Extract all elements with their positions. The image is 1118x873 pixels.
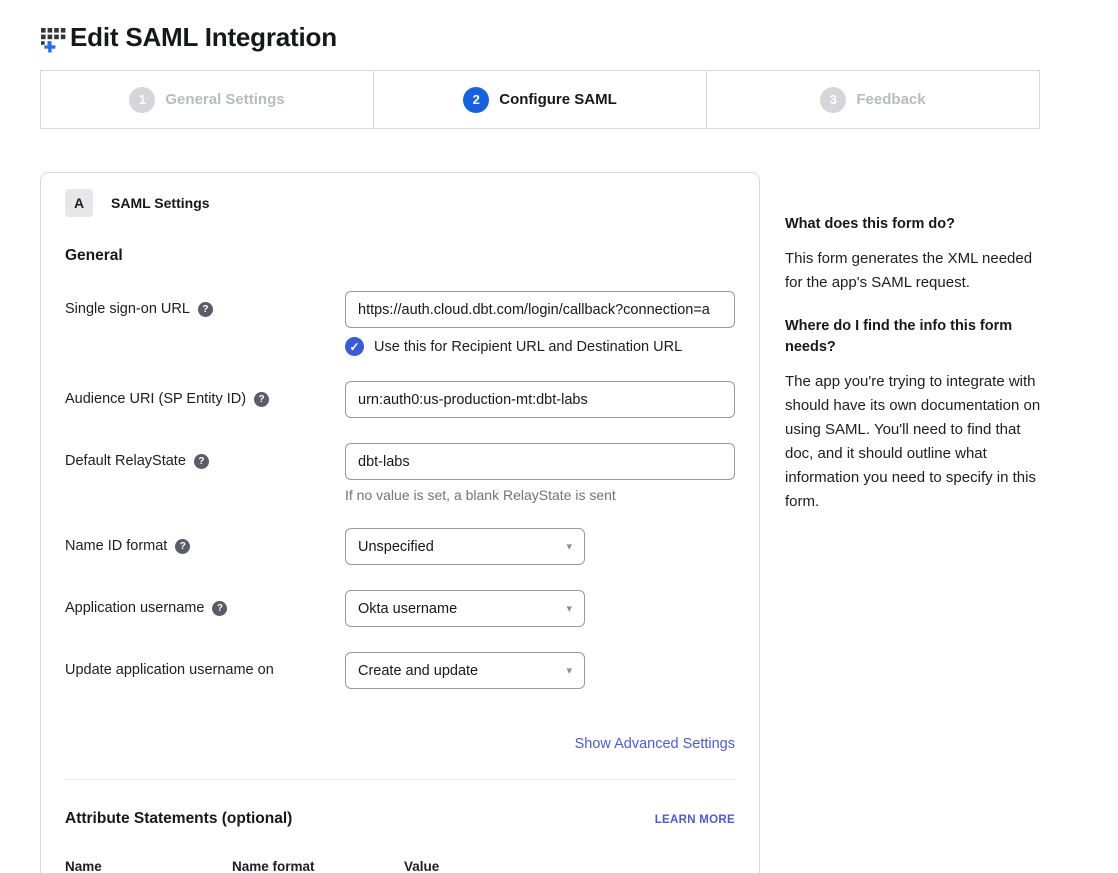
general-group-title: General — [65, 247, 735, 265]
checkbox-label: Use this for Recipient URL and Destinati… — [374, 339, 682, 355]
help-paragraph-form-purpose: This form generates the XML needed for t… — [785, 247, 1041, 295]
attribute-statements-header: Attribute Statements (optional) LEARN MO… — [65, 810, 735, 828]
help-icon[interactable]: ? — [254, 392, 269, 407]
default-relaystate-input[interactable] — [345, 443, 735, 480]
step-feedback[interactable]: 3 Feedback — [706, 71, 1039, 128]
attribute-table-header: Name Name format Value — [65, 859, 735, 873]
step-general-settings[interactable]: 1 General Settings — [41, 71, 373, 128]
field-label: Update application username on — [65, 662, 274, 678]
recipient-url-checkbox[interactable]: ✓ — [345, 337, 364, 356]
saml-settings-panel: A SAML Settings General Single sign-on U… — [40, 172, 760, 873]
step-number-badge: 3 — [820, 87, 846, 113]
help-icon[interactable]: ? — [194, 454, 209, 469]
chevron-down-icon: ▾ — [566, 664, 572, 677]
audience-uri-input[interactable] — [345, 381, 735, 418]
help-paragraph-find-info: The app you're trying to integrate with … — [785, 370, 1041, 514]
section-title: SAML Settings — [111, 195, 210, 211]
step-label: General Settings — [165, 91, 284, 108]
name-id-format-select[interactable]: Unspecified ▾ — [345, 528, 585, 565]
field-label: Audience URI (SP Entity ID) — [65, 391, 246, 407]
column-name-format: Name format — [232, 859, 404, 873]
help-heading-form-purpose: What does this form do? — [785, 214, 1041, 235]
field-single-sign-on-url: Single sign-on URL ? ✓ Use this for Reci… — [65, 291, 735, 356]
field-label: Name ID format — [65, 538, 167, 554]
help-sidebar: What does this form do? This form genera… — [785, 214, 1041, 535]
application-username-select[interactable]: Okta username ▾ — [345, 590, 585, 627]
step-configure-saml[interactable]: 2 Configure SAML — [373, 71, 706, 128]
section-divider — [65, 779, 735, 780]
chevron-down-icon: ▾ — [566, 540, 572, 553]
step-label: Configure SAML — [499, 91, 617, 108]
field-audience-uri: Audience URI (SP Entity ID) ? — [65, 381, 735, 418]
page-title: Edit SAML Integration — [70, 22, 337, 53]
attribute-statements-title: Attribute Statements (optional) — [65, 810, 292, 828]
field-default-relaystate: Default RelayState ? If no value is set,… — [65, 443, 735, 503]
wizard-steps: 1 General Settings 2 Configure SAML 3 Fe… — [40, 70, 1040, 129]
step-number-badge: 1 — [129, 87, 155, 113]
help-icon[interactable]: ? — [198, 302, 213, 317]
apps-grid-plus-icon — [40, 26, 67, 53]
update-username-on-select[interactable]: Create and update ▾ — [345, 652, 585, 689]
show-advanced-settings-link[interactable]: Show Advanced Settings — [575, 736, 735, 752]
selected-value: Create and update — [358, 663, 478, 679]
checkbox-check-icon: ✓ — [349, 340, 359, 354]
step-number-badge: 2 — [463, 87, 489, 113]
column-value: Value — [404, 859, 735, 873]
page-header: Edit SAML Integration — [40, 22, 337, 53]
help-heading-find-info: Where do I find the info this form needs… — [785, 316, 1041, 358]
column-name: Name — [65, 859, 232, 873]
field-application-username: Application username ? Okta username ▾ — [65, 590, 735, 627]
learn-more-link[interactable]: LEARN MORE — [655, 814, 735, 826]
field-label: Single sign-on URL — [65, 301, 190, 317]
chevron-down-icon: ▾ — [566, 602, 572, 615]
field-name-id-format: Name ID format ? Unspecified ▾ — [65, 528, 735, 565]
panel-header: A SAML Settings — [65, 189, 735, 217]
field-update-application-username: Update application username on Create an… — [65, 652, 735, 689]
section-a-badge: A — [65, 189, 93, 217]
step-label: Feedback — [856, 91, 925, 108]
selected-value: Unspecified — [358, 539, 434, 555]
help-icon[interactable]: ? — [212, 601, 227, 616]
single-sign-on-url-input[interactable] — [345, 291, 735, 328]
relaystate-hint: If no value is set, a blank RelayState i… — [345, 487, 735, 503]
field-label: Application username — [65, 600, 204, 616]
help-icon[interactable]: ? — [175, 539, 190, 554]
selected-value: Okta username — [358, 601, 457, 617]
field-label: Default RelayState — [65, 453, 186, 469]
